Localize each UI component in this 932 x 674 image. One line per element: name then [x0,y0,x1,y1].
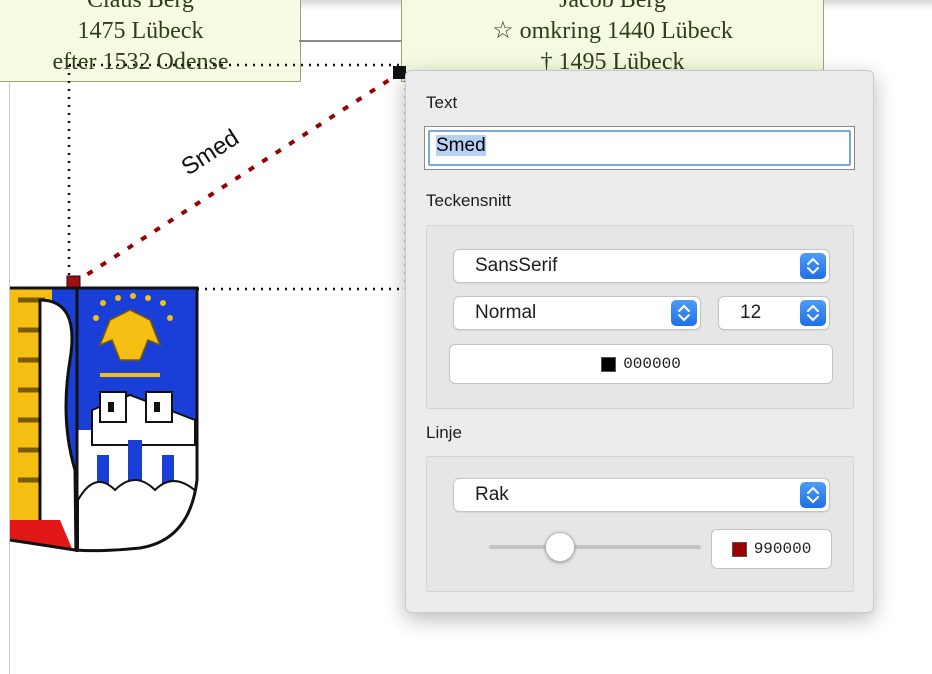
font-style-select[interactable]: Normal [453,296,701,330]
relation-text-field[interactable]: Smed [424,126,855,170]
font-size-value: 12 [740,302,762,323]
relation-label[interactable]: Smed [177,124,244,181]
chevron-up-down-icon [800,300,826,326]
line-color-value: 990000 [753,540,812,558]
line-color-button[interactable]: 990000 [711,529,832,569]
font-style-value: Normal [475,302,537,323]
slider-knob[interactable] [544,532,575,562]
line-section-label: Linje [426,423,462,442]
chevron-up-down-icon [671,300,697,326]
chevron-up-down-icon [800,253,826,279]
line-properties-popover: Text Smed Teckensnitt SansSerif Normal 1… [405,70,874,613]
line-thickness-slider[interactable] [489,532,701,562]
line-settings-group: Rak 990000 [426,456,854,592]
line-type-value: Rak [475,484,509,505]
font-section-label: Teckensnitt [426,191,512,210]
relation-line[interactable] [72,71,402,285]
text-section-label: Text [426,93,458,112]
line-type-select[interactable]: Rak [453,478,830,512]
relation-text-value: Smed [436,135,486,156]
font-family-select[interactable]: SansSerif [453,249,830,283]
tree-canvas[interactable]: Claus Berg 1475 Lübeck efter 1532 Odense… [0,0,932,674]
coat-of-arms-icon [9,286,199,553]
font-color-button[interactable]: 000000 [449,344,833,384]
font-settings-group: SansSerif Normal 12 000000 [426,225,854,409]
font-color-swatch [601,356,617,372]
font-color-value: 000000 [623,355,681,373]
font-size-select[interactable]: 12 [718,296,830,330]
chevron-up-down-icon [800,482,826,508]
font-family-value: SansSerif [475,255,558,276]
line-color-swatch [731,541,747,557]
